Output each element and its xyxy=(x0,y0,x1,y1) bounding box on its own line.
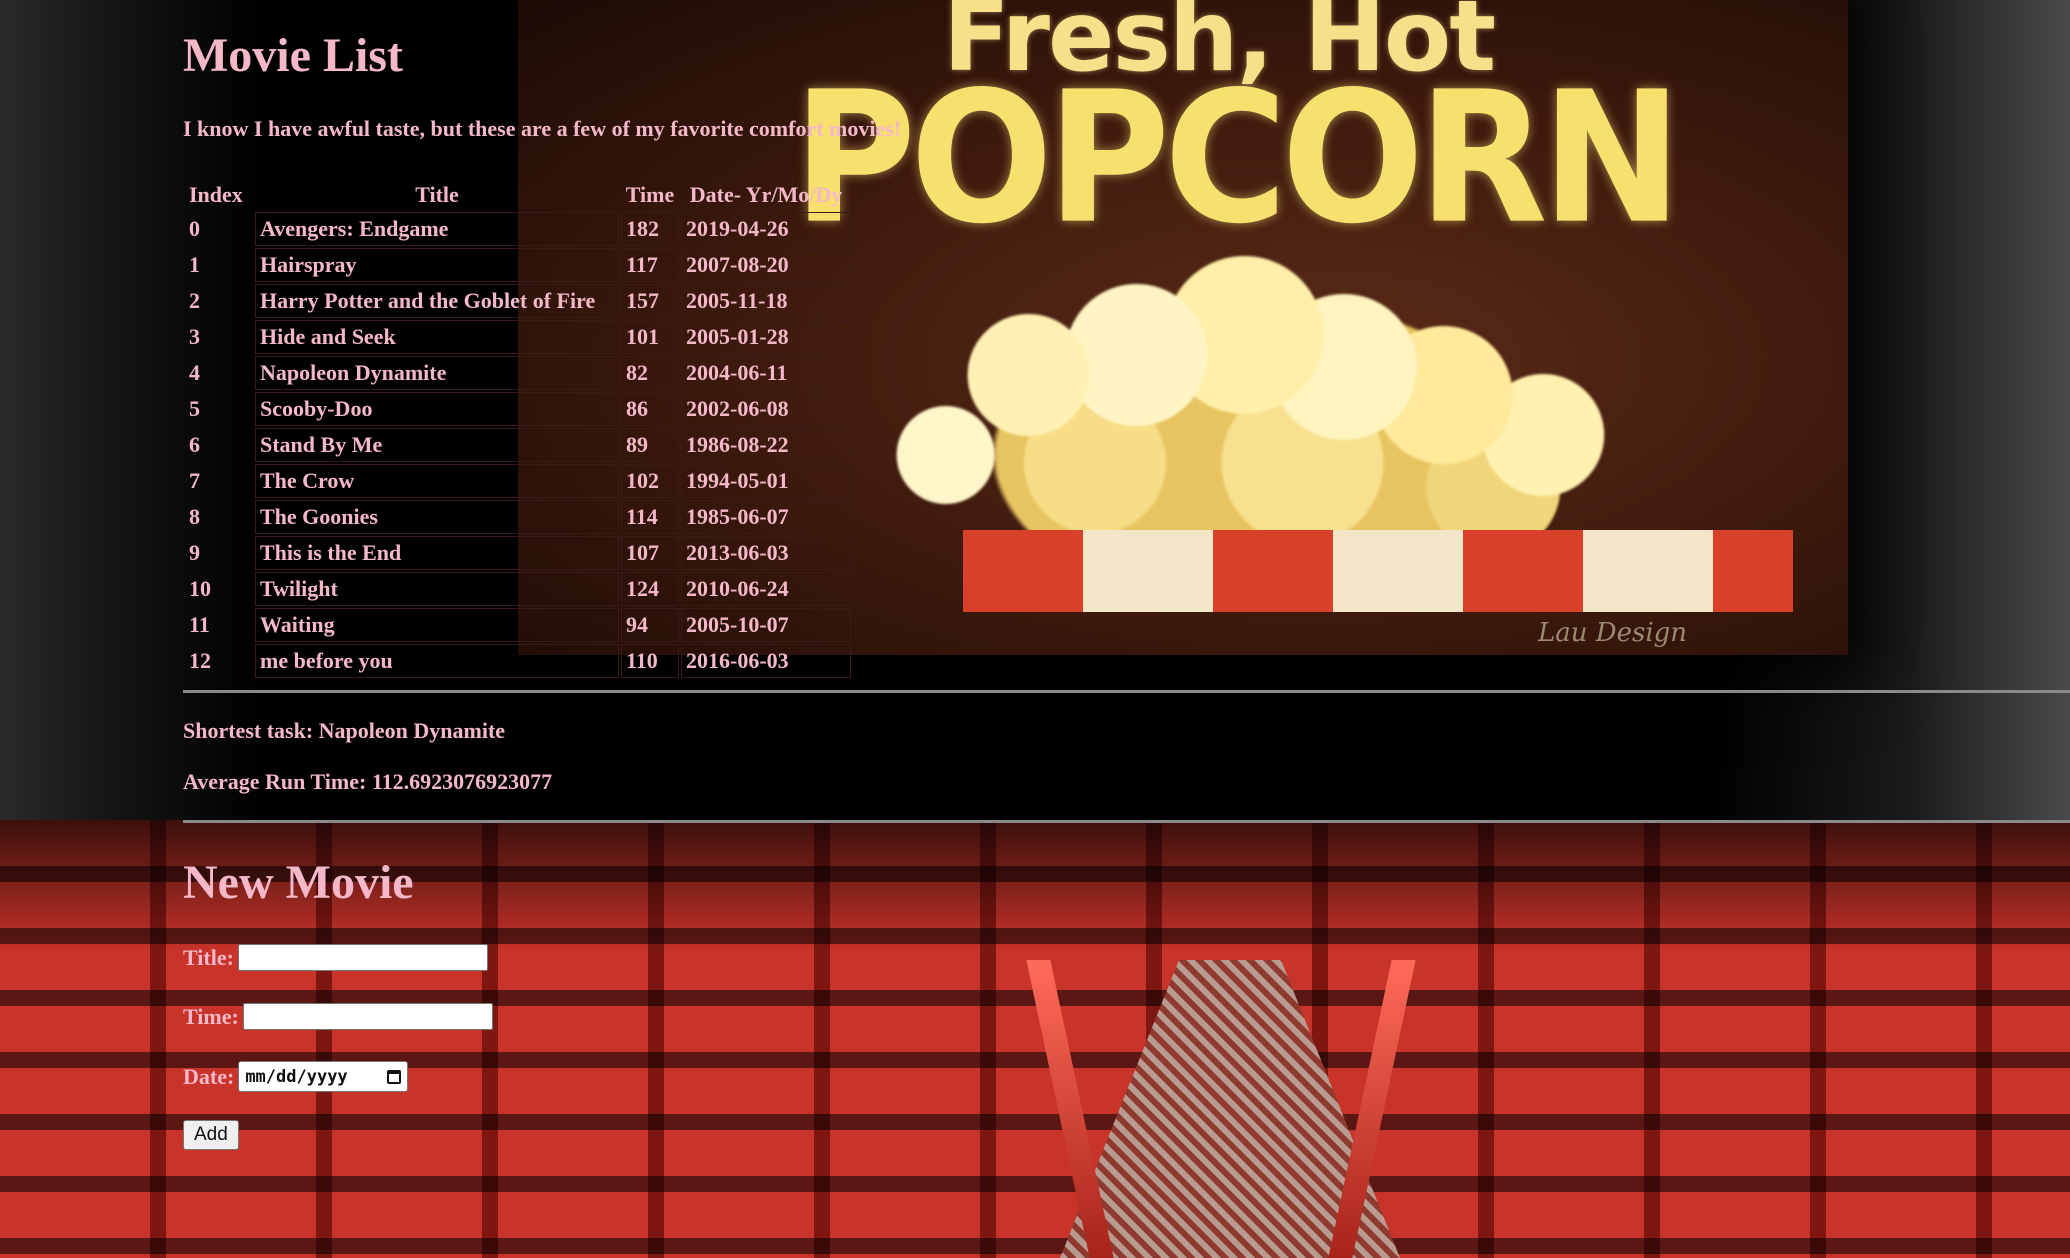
cell-date: 2007-08-20 xyxy=(681,248,851,282)
table-row: 7 The Crow 102 1994-05-01 xyxy=(185,464,851,498)
title-label: Title: xyxy=(183,944,234,970)
title-input[interactable] xyxy=(237,944,488,971)
add-button[interactable]: Add xyxy=(183,1120,239,1150)
cell-time: 157 xyxy=(621,284,679,318)
table-row: 2 Harry Potter and the Goblet of Fire 157 2… xyxy=(185,284,851,318)
cell-index: 0 xyxy=(189,216,200,241)
cell-title: Twilight xyxy=(255,572,619,606)
cell-index: 3 xyxy=(189,324,200,349)
cell-title: The Crow xyxy=(255,464,619,498)
table-row: 3 Hide and Seek 101 2005-01-28 xyxy=(185,320,851,354)
cell-date: 2013-06-03 xyxy=(681,536,851,570)
cell-index: 9 xyxy=(189,540,200,565)
cell-date: 2019-04-26 xyxy=(681,212,851,246)
cell-title: Hairspray xyxy=(255,248,619,282)
date-label: Date: xyxy=(183,1063,235,1089)
table-header-row: Index Title Time Date- Yr/Mo/Dy xyxy=(185,179,851,210)
table-row: 9 This is the End 107 2013-06-03 xyxy=(185,536,851,570)
cell-time: 182 xyxy=(621,212,679,246)
page-content: Movie List I know I have awful taste, bu… xyxy=(0,0,2070,1258)
intro-text: I know I have awful taste, but these are… xyxy=(183,116,902,141)
divider xyxy=(183,690,2070,693)
date-input[interactable]: mm/dd/yyyy xyxy=(238,1061,409,1092)
table-row: 6 Stand By Me 89 1986-08-22 xyxy=(185,428,851,462)
cell-time: 86 xyxy=(621,392,679,426)
cell-time: 114 xyxy=(621,500,679,534)
average-runtime-text: Average Run Time: 112.6923076923077 xyxy=(183,769,553,794)
cell-date: 2010-06-24 xyxy=(681,572,851,606)
cell-date: 1994-05-01 xyxy=(681,464,851,498)
movie-table: Index Title Time Date- Yr/Mo/Dy 0 Avenger… xyxy=(183,177,853,680)
cell-time: 82 xyxy=(621,356,679,390)
table-row: 12 me before you 110 2016-06-03 xyxy=(185,644,851,678)
cell-date: 2005-11-18 xyxy=(681,284,851,318)
cell-title: Hide and Seek xyxy=(255,320,619,354)
cell-date: 2004-06-11 xyxy=(681,356,851,390)
cell-index: 7 xyxy=(189,468,200,493)
cell-time: 107 xyxy=(621,536,679,570)
cell-time: 102 xyxy=(621,464,679,498)
time-label: Time: xyxy=(183,1003,239,1029)
cell-date: 1985-06-07 xyxy=(681,500,851,534)
cell-date: 1986-08-22 xyxy=(681,428,851,462)
cell-title: This is the End xyxy=(255,536,619,570)
table-row: 8 The Goonies 114 1985-06-07 xyxy=(185,500,851,534)
cell-title: me before you xyxy=(255,644,619,678)
cell-index: 4 xyxy=(189,360,200,385)
cell-time: 110 xyxy=(621,644,679,678)
table-body: 0 Avengers: Endgame 182 2019-04-26 1 Hairspra… xyxy=(185,212,851,678)
table-row: 5 Scooby-Doo 86 2002-06-08 xyxy=(185,392,851,426)
table-row: 1 Hairspray 117 2007-08-20 xyxy=(185,248,851,282)
cell-time: 89 xyxy=(621,428,679,462)
cell-index: 11 xyxy=(189,612,210,637)
cell-title: Scooby-Doo xyxy=(255,392,619,426)
cell-date: 2016-06-03 xyxy=(681,644,851,678)
cell-time: 124 xyxy=(621,572,679,606)
cell-title: Harry Potter and the Goblet of Fire xyxy=(255,284,619,318)
cell-index: 5 xyxy=(189,396,200,421)
cell-index: 10 xyxy=(189,576,211,601)
column-header-title: Title xyxy=(415,181,459,207)
cell-title: Waiting xyxy=(255,608,619,642)
date-field-row: Date: mm/dd/yyyy xyxy=(183,1061,409,1092)
cell-date: 2005-01-28 xyxy=(681,320,851,354)
page-title: Movie List xyxy=(183,29,403,82)
cell-index: 2 xyxy=(189,288,200,313)
table-row: 10 Twilight 124 2010-06-24 xyxy=(185,572,851,606)
cell-date: 2005-10-07 xyxy=(681,608,851,642)
time-field-row: Time: xyxy=(183,1003,493,1030)
cell-title: Napoleon Dynamite xyxy=(255,356,619,390)
cell-index: 1 xyxy=(189,252,200,277)
cell-index: 8 xyxy=(189,504,200,529)
cell-title: Stand By Me xyxy=(255,428,619,462)
shortest-movie-text: Shortest task: Napoleon Dynamite xyxy=(183,718,506,743)
cell-time: 117 xyxy=(621,248,679,282)
date-placeholder: mm/dd/yyyy xyxy=(245,1066,348,1087)
cell-time: 101 xyxy=(621,320,679,354)
cell-title: The Goonies xyxy=(255,500,619,534)
column-header-time: Time xyxy=(625,181,675,207)
table-row: 4 Napoleon Dynamite 82 2004-06-11 xyxy=(185,356,851,390)
column-header-date: Date- Yr/Mo/Dy xyxy=(689,181,843,207)
title-field-row: Title: xyxy=(183,944,488,971)
table-row: 0 Avengers: Endgame 182 2019-04-26 xyxy=(185,212,851,246)
calendar-icon[interactable] xyxy=(387,1069,402,1084)
cell-index: 12 xyxy=(189,648,211,673)
divider xyxy=(183,820,2070,823)
cell-time: 94 xyxy=(621,608,679,642)
column-header-index: Index xyxy=(189,181,243,207)
table-row: 11 Waiting 94 2005-10-07 xyxy=(185,608,851,642)
cell-title: Avengers: Endgame xyxy=(255,212,619,246)
new-movie-heading: New Movie xyxy=(183,856,414,909)
cell-date: 2002-06-08 xyxy=(681,392,851,426)
cell-index: 6 xyxy=(189,432,200,457)
time-input[interactable] xyxy=(242,1003,493,1030)
